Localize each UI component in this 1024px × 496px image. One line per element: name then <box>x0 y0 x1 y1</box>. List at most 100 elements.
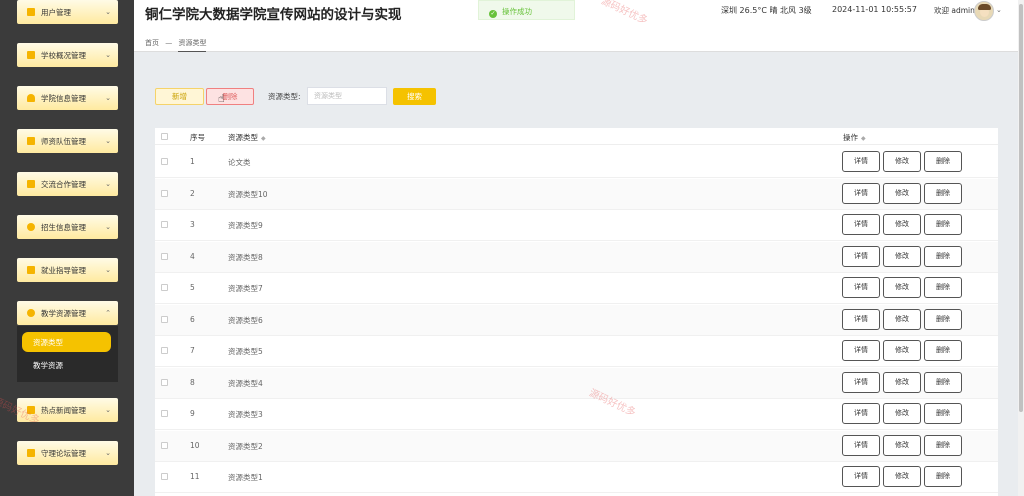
row-delete-button[interactable]: 删除 <box>924 434 962 456</box>
sidebar-item-teaching-resources[interactable]: 教学资源管理 ⌃ <box>17 301 118 325</box>
row-index: 7 <box>190 346 195 355</box>
detail-button[interactable]: 详情 <box>842 434 880 456</box>
sidebar-item-forum[interactable]: 守理论坛管理 ⌄ <box>17 441 118 465</box>
globe-icon <box>27 309 35 317</box>
list-icon <box>27 137 35 145</box>
row-checkbox[interactable] <box>161 410 168 417</box>
row-delete-button[interactable]: 删除 <box>924 277 962 298</box>
column-header-type[interactable]: 资源类型 ◆ <box>228 132 266 143</box>
search-input[interactable] <box>307 87 387 105</box>
row-index: 11 <box>190 472 200 481</box>
chevron-down-icon: ⌄ <box>105 137 111 145</box>
submenu-item-teaching-resource[interactable]: 教学资源 <box>33 360 63 371</box>
row-type: 资源类型4 <box>228 378 263 388</box>
detail-button[interactable]: 详情 <box>842 277 880 298</box>
breadcrumb-home[interactable]: 首页 <box>145 39 159 47</box>
chevron-down-icon: ⌄ <box>105 449 111 457</box>
edit-button[interactable]: 修改 <box>883 308 921 330</box>
table-row: 2 资源类型10 详情 修改 删除 <box>155 178 998 210</box>
sidebar-item-label: 招生信息管理 <box>41 222 86 232</box>
select-all-checkbox[interactable] <box>161 133 168 140</box>
column-header-actions-label: 操作 <box>843 133 858 142</box>
row-delete-button[interactable]: 删除 <box>924 371 962 393</box>
row-delete-button[interactable]: 删除 <box>924 182 962 204</box>
row-checkbox[interactable] <box>161 473 168 480</box>
sidebar-item-admission[interactable]: 招生信息管理 ⌄ <box>17 215 118 239</box>
row-delete-button[interactable]: 删除 <box>924 151 962 172</box>
column-header-type-label: 资源类型 <box>228 133 258 142</box>
sidebar-item-faculty[interactable]: 师资队伍管理 ⌄ <box>17 129 118 153</box>
submenu-item-resource-type[interactable]: 资源类型 <box>22 332 111 352</box>
edit-button[interactable]: 修改 <box>883 182 921 204</box>
scrollbar-thumb[interactable] <box>1019 4 1023 412</box>
detail-button[interactable]: 详情 <box>842 214 880 235</box>
row-delete-button[interactable]: 删除 <box>924 403 962 424</box>
detail-button[interactable]: 详情 <box>842 340 880 361</box>
row-delete-button[interactable]: 删除 <box>924 340 962 361</box>
row-type: 资源类型5 <box>228 347 263 356</box>
detail-button[interactable]: 详情 <box>842 182 880 204</box>
row-checkbox[interactable] <box>161 441 168 449</box>
row-index: 1 <box>190 157 195 166</box>
sidebar-item-employment[interactable]: 就业指导管理 ⌄ <box>17 258 118 282</box>
detail-button[interactable]: 详情 <box>842 151 880 172</box>
detail-button[interactable]: 详情 <box>842 308 880 330</box>
edit-button[interactable]: 修改 <box>883 151 921 172</box>
sort-icon[interactable]: ◆ <box>861 135 866 142</box>
sort-icon[interactable]: ◆ <box>261 135 266 142</box>
column-header-index: 序号 <box>190 133 205 142</box>
success-toast: ✓ 操作成功 <box>478 0 575 20</box>
row-checkbox[interactable] <box>161 347 168 354</box>
edit-button[interactable]: 修改 <box>883 403 921 424</box>
sidebar-item-label: 学院信息管理 <box>41 93 86 103</box>
row-checkbox[interactable] <box>161 252 168 260</box>
folder-icon <box>27 180 35 188</box>
table-row: 7 资源类型5 详情 修改 删除 <box>155 336 998 367</box>
search-button[interactable]: 搜索 <box>393 88 436 105</box>
sidebar-item-exchange[interactable]: 交流合作管理 ⌄ <box>17 172 118 196</box>
detail-button[interactable]: 详情 <box>842 466 880 487</box>
detail-button[interactable]: 详情 <box>842 403 880 424</box>
row-delete-button[interactable]: 删除 <box>924 466 962 487</box>
row-checkbox[interactable] <box>161 221 168 228</box>
submenu-teaching-resources: 资源类型 教学资源 <box>17 326 118 382</box>
row-delete-button[interactable]: 删除 <box>924 214 962 235</box>
chevron-down-icon[interactable]: ⌄ <box>996 6 1002 14</box>
sidebar: 用户管理 ⌄ 学校概况管理 ⌄ 学院信息管理 ⌄ 师资队伍管理 ⌄ 交流合作管理… <box>0 0 134 496</box>
row-index: 6 <box>190 314 195 324</box>
detail-button[interactable]: 详情 <box>842 245 880 267</box>
row-checkbox[interactable] <box>161 315 168 323</box>
delete-button[interactable]: 删除 <box>206 88 254 105</box>
edit-button[interactable]: 修改 <box>883 340 921 361</box>
row-type: 资源类型8 <box>228 252 263 262</box>
add-button[interactable]: 新增 <box>155 88 204 105</box>
table-row: 4 资源类型8 详情 修改 删除 <box>155 241 998 273</box>
sidebar-item-college[interactable]: 学院信息管理 ⌄ <box>17 86 118 110</box>
sidebar-item-label: 交流合作管理 <box>41 179 86 189</box>
edit-button[interactable]: 修改 <box>883 371 921 393</box>
edit-button[interactable]: 修改 <box>883 277 921 298</box>
edit-button[interactable]: 修改 <box>883 245 921 267</box>
row-index: 8 <box>190 377 195 387</box>
resource-type-table: 序号 资源类型 ◆ 操作 ◆ 1 论文类 详情 修改 删除 2 资源类型10 详情 修改 删除 3 资源类… <box>155 128 998 496</box>
row-checkbox[interactable] <box>161 189 168 197</box>
avatar[interactable] <box>974 1 994 21</box>
row-delete-button[interactable]: 删除 <box>924 308 962 330</box>
detail-button[interactable]: 详情 <box>842 371 880 393</box>
sidebar-item-school[interactable]: 学校概况管理 ⌄ <box>17 43 118 67</box>
table-row: 5 资源类型7 详情 修改 删除 <box>155 273 998 304</box>
row-checkbox[interactable] <box>161 158 168 165</box>
edit-button[interactable]: 修改 <box>883 434 921 456</box>
edit-button[interactable]: 修改 <box>883 466 921 487</box>
row-delete-button[interactable]: 删除 <box>924 245 962 267</box>
row-checkbox[interactable] <box>161 284 168 291</box>
row-type: 资源类型10 <box>228 189 268 199</box>
chevron-up-icon: ⌃ <box>105 309 111 317</box>
site-title: 铜仁学院大数据学院宣传网站的设计与实现 <box>145 7 402 23</box>
sidebar-item-label: 用户管理 <box>41 7 71 17</box>
sidebar-item-user[interactable]: 用户管理 ⌄ <box>17 0 118 24</box>
row-checkbox[interactable] <box>161 378 168 386</box>
scrollbar[interactable] <box>1018 0 1024 496</box>
row-index: 9 <box>190 409 195 418</box>
edit-button[interactable]: 修改 <box>883 214 921 235</box>
